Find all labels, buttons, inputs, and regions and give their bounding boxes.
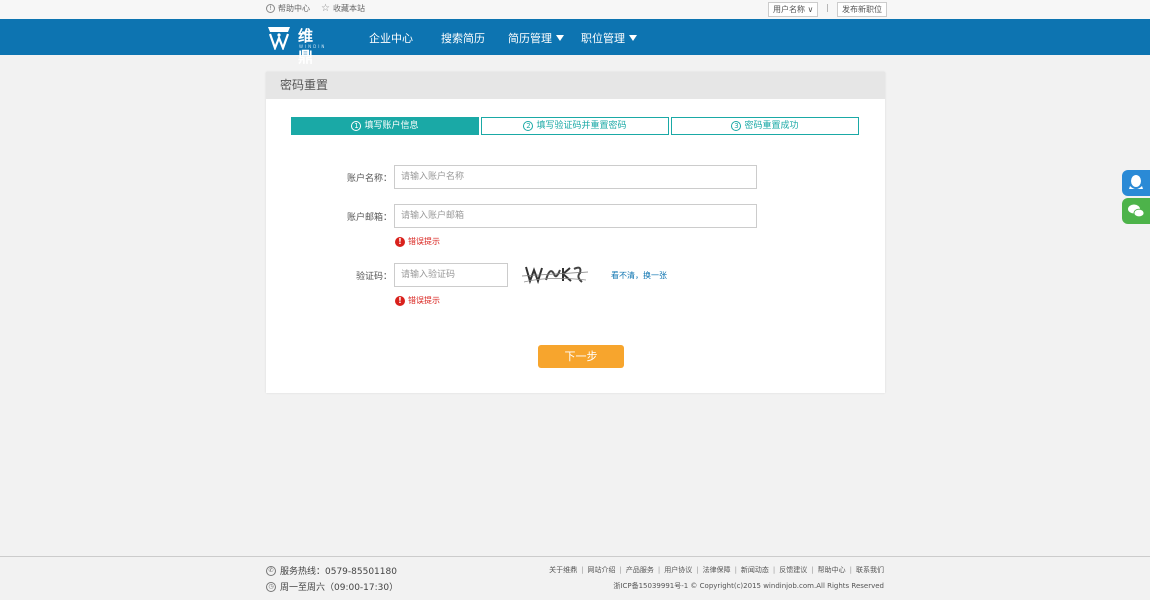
chevron-down-icon: ∨ — [807, 5, 814, 14]
account-email-input[interactable]: 请输入账户邮箱 — [394, 204, 757, 228]
email-error-text: 错误提示 — [408, 237, 440, 246]
nav-item-label: 职位管理 — [581, 32, 625, 45]
footer: ✆ 服务热线：0579-85501180 ◷ 周一至周六（09:00-17:30… — [0, 556, 1150, 600]
captcha-label: 验证码： — [355, 272, 392, 282]
step-label: 填写验证码并重置密码 — [536, 121, 627, 131]
footer-separator: | — [811, 566, 814, 574]
captcha-error-text: 错误提示 — [408, 296, 440, 305]
publish-job-button[interactable]: 发布新职位 — [837, 2, 887, 17]
nav-item-label: 简历管理 — [508, 32, 552, 45]
footer-links: 关于维鼎 | 网站介绍 | 产品服务 | 用户协议 | 法律保障 | 新闻动态 | 反馈建议 | 帮助中心 |… — [549, 565, 884, 575]
phone-icon: ✆ — [266, 565, 276, 576]
footer-separator: | — [772, 566, 776, 574]
footer-separator: | — [619, 566, 622, 574]
step-1: 1 填写账户信息 — [291, 117, 479, 135]
account-name-label: 账户名称： — [346, 174, 392, 184]
help-center-label: 帮助中心 — [278, 4, 310, 13]
topbar-separator: | — [826, 3, 829, 12]
clock-icon: ◷ — [266, 581, 276, 592]
nav-item-company-center[interactable]: 企业中心 — [369, 30, 413, 46]
wechat-service-button[interactable] — [1122, 198, 1150, 224]
service-hours-text: 周一至周六（09:00-17:30） — [280, 583, 399, 593]
nav-item-resume-management[interactable]: 简历管理 — [508, 30, 564, 46]
footer-separator: | — [657, 566, 661, 574]
footer-link-help[interactable]: 帮助中心 — [818, 566, 846, 574]
captcha-image[interactable] — [518, 262, 592, 287]
info-circle-icon: ! — [266, 4, 275, 13]
account-name-input[interactable]: 请输入账户名称 — [394, 165, 757, 189]
wechat-icon — [1128, 204, 1145, 218]
step-number: 2 — [523, 121, 534, 131]
caret-down-icon — [629, 35, 637, 41]
captcha-refresh-link[interactable]: 看不清，换一张 — [611, 270, 667, 281]
nav-item-search-resume[interactable]: 搜索简历 — [441, 30, 485, 46]
footer-link-legal[interactable]: 法律保障 — [703, 566, 731, 574]
footer-link-feedback[interactable]: 反馈建议 — [779, 566, 807, 574]
panel-title: 密码重置 — [266, 72, 885, 99]
top-bar-inner: ! 帮助中心 ☆ 收藏本站 用户名称 ∨ | 发布新职位 — [266, 0, 887, 19]
publish-job-label: 发布新职位 — [842, 5, 882, 14]
footer-link-about[interactable]: 关于维鼎 — [549, 566, 577, 574]
captcha-input[interactable]: 请输入验证码 — [394, 263, 508, 287]
account-email-label: 账户邮箱： — [346, 213, 392, 223]
logo-subtext: WINDIN — [299, 44, 327, 49]
nav-item-job-management[interactable]: 职位管理 — [581, 30, 637, 46]
qq-service-button[interactable] — [1122, 170, 1150, 196]
footer-link-contact[interactable]: 联系我们 — [856, 566, 884, 574]
hotline: ✆ 服务热线：0579-85501180 — [266, 564, 397, 577]
logo[interactable]: 维鼎 WINDIN — [266, 23, 328, 66]
footer-separator: | — [849, 566, 852, 574]
exclamation-icon: ! — [395, 236, 405, 247]
footer-link-site-intro[interactable]: 网站介绍 — [587, 566, 615, 574]
footer-separator: | — [581, 566, 584, 574]
footer-link-user-agreement[interactable]: 用户协议 — [664, 566, 692, 574]
email-error: ! 错误提示 — [395, 236, 440, 247]
favorite-link[interactable]: ☆ 收藏本站 — [321, 3, 365, 14]
step-3: 3 密码重置成功 — [671, 117, 859, 135]
step-label: 填写账户信息 — [364, 121, 419, 131]
step-number: 3 — [731, 121, 742, 131]
footer-separator: | — [696, 566, 699, 574]
copyright: 浙ICP备15039991号-1 © Copyright(c)2015 wind… — [613, 582, 884, 590]
main-nav: 维鼎 WINDIN 企业中心 搜索简历 简历管理 职位管理 — [0, 19, 1150, 66]
caret-down-icon — [556, 35, 564, 41]
star-icon: ☆ — [321, 3, 330, 14]
service-hours: ◷ 周一至周六（09:00-17:30） — [266, 580, 398, 593]
footer-link-news[interactable]: 新闻动态 — [741, 566, 769, 574]
password-reset-panel: 密码重置 1 填写账户信息 2 填写验证码并重置密码 3 密码重置成功 账户名称： 请… — [266, 72, 885, 393]
favorite-label: 收藏本站 — [332, 4, 365, 13]
qq-icon — [1129, 175, 1143, 189]
username-dropdown[interactable]: 用户名称 ∨ — [768, 2, 819, 17]
hotline-text: 服务热线：0579-85501180 — [280, 567, 397, 577]
step-indicator: 1 填写账户信息 2 填写验证码并重置密码 3 密码重置成功 — [291, 117, 861, 135]
footer-separator: | — [734, 566, 737, 574]
username-label: 用户名称 — [773, 5, 805, 14]
help-center-link[interactable]: ! 帮助中心 — [266, 3, 310, 14]
footer-link-products[interactable]: 产品服务 — [626, 566, 654, 574]
step-2: 2 填写验证码并重置密码 — [481, 117, 669, 135]
logo-mark-icon — [268, 27, 290, 50]
next-step-button[interactable]: 下一步 — [538, 345, 624, 368]
step-label: 密码重置成功 — [744, 121, 799, 131]
top-bar: ! 帮助中心 ☆ 收藏本站 用户名称 ∨ | 发布新职位 — [0, 0, 1150, 19]
nav-item-label: 搜索简历 — [441, 32, 485, 45]
step-number: 1 — [351, 121, 362, 131]
exclamation-icon: ! — [395, 295, 405, 306]
captcha-error: ! 错误提示 — [395, 295, 440, 306]
nav-item-label: 企业中心 — [369, 32, 413, 45]
